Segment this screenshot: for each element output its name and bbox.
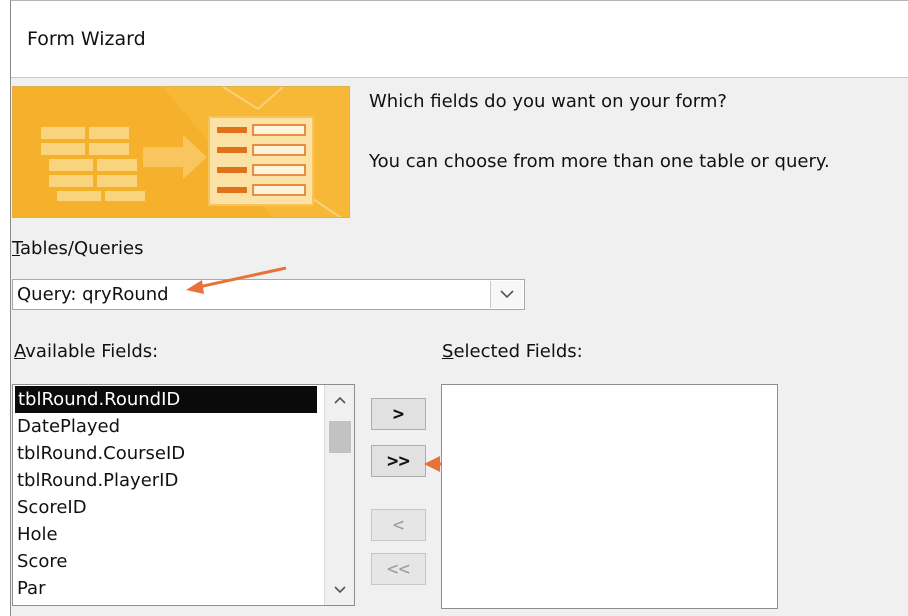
annotation-arrow-icon [186,266,287,294]
selected-fields-label-accel: S [442,341,454,362]
tables-queries-label-rest: ables/Queries [20,238,144,259]
available-field-item[interactable]: tblRound.RoundID [15,386,317,413]
form-wizard-graphic-icon [13,87,349,217]
wizard-banner-illustration [12,86,350,218]
available-field-item[interactable]: tblRound.CourseID [17,440,185,467]
scroll-up-button[interactable] [325,387,354,413]
title-bar: Form Wizard [11,1,908,77]
available-fields-label: Available Fields: [14,341,158,362]
chevron-down-icon [333,586,346,594]
available-fields-label-rest: vailable Fields: [25,341,159,362]
scroll-down-button[interactable] [325,577,354,603]
available-field-item[interactable]: DatePlayed [17,413,120,440]
combobox-dropdown-button[interactable] [490,281,523,308]
available-field-item[interactable]: Hole [17,521,58,548]
add-all-fields-button[interactable]: >> [371,445,426,477]
available-fields-scrollbar[interactable] [324,385,354,605]
remove-all-fields-button[interactable]: << [371,553,426,585]
wizard-question: Which fields do you want on your form? [369,91,727,112]
scroll-thumb[interactable] [329,421,351,453]
wizard-hint: You can choose from more than one table … [369,151,830,172]
tables-queries-label: Tables/Queries [12,238,144,259]
available-fields-label-accel: A [14,341,26,362]
available-fields-listbox[interactable]: tblRound.RoundID DatePlayed tblRound.Cou… [12,384,355,606]
chevron-down-icon [500,290,514,299]
tables-queries-label-accel: T [12,238,21,259]
available-field-item[interactable]: Score [17,548,67,575]
available-field-item[interactable]: ScoreID [17,494,87,521]
selected-fields-label: Selected Fields: [442,341,583,362]
window-title: Form Wizard [27,28,146,50]
selected-fields-label-rest: elected Fields: [453,341,583,362]
available-field-item[interactable]: tblRound.PlayerID [17,467,178,494]
add-field-button[interactable]: > [371,398,426,430]
tables-queries-value: Query: qryRound [17,284,169,305]
chevron-up-icon [333,396,346,404]
available-field-item[interactable]: Par [17,575,45,602]
remove-field-button[interactable]: < [371,509,426,541]
selected-fields-listbox[interactable] [441,384,778,609]
